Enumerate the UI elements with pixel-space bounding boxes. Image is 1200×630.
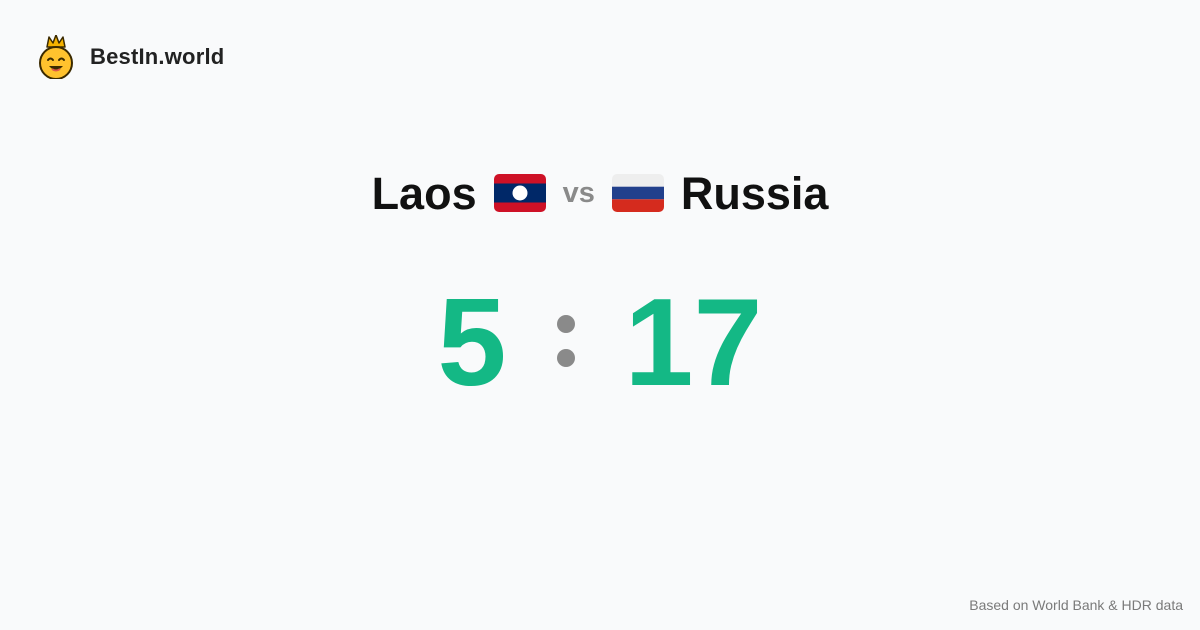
brand-name[interactable]: BestIn.world	[90, 44, 224, 70]
right-country-name: Russia	[680, 167, 829, 219]
brand[interactable]: BestIn.world	[38, 35, 224, 79]
score-display: 5 17	[0, 278, 1200, 408]
left-country-name: Laos	[371, 167, 477, 219]
data-source-note: Based on World Bank & HDR data	[969, 597, 1183, 613]
vs-label: vs	[562, 176, 595, 209]
laos-flag-icon	[493, 174, 546, 212]
left-score: 5	[437, 274, 507, 412]
crowned-smiley-icon	[39, 35, 73, 79]
score-separator	[556, 315, 575, 367]
matchup-heading: Laos vs Russia	[0, 162, 1200, 224]
right-score: 17	[624, 274, 763, 412]
russia-flag-icon	[611, 174, 664, 212]
